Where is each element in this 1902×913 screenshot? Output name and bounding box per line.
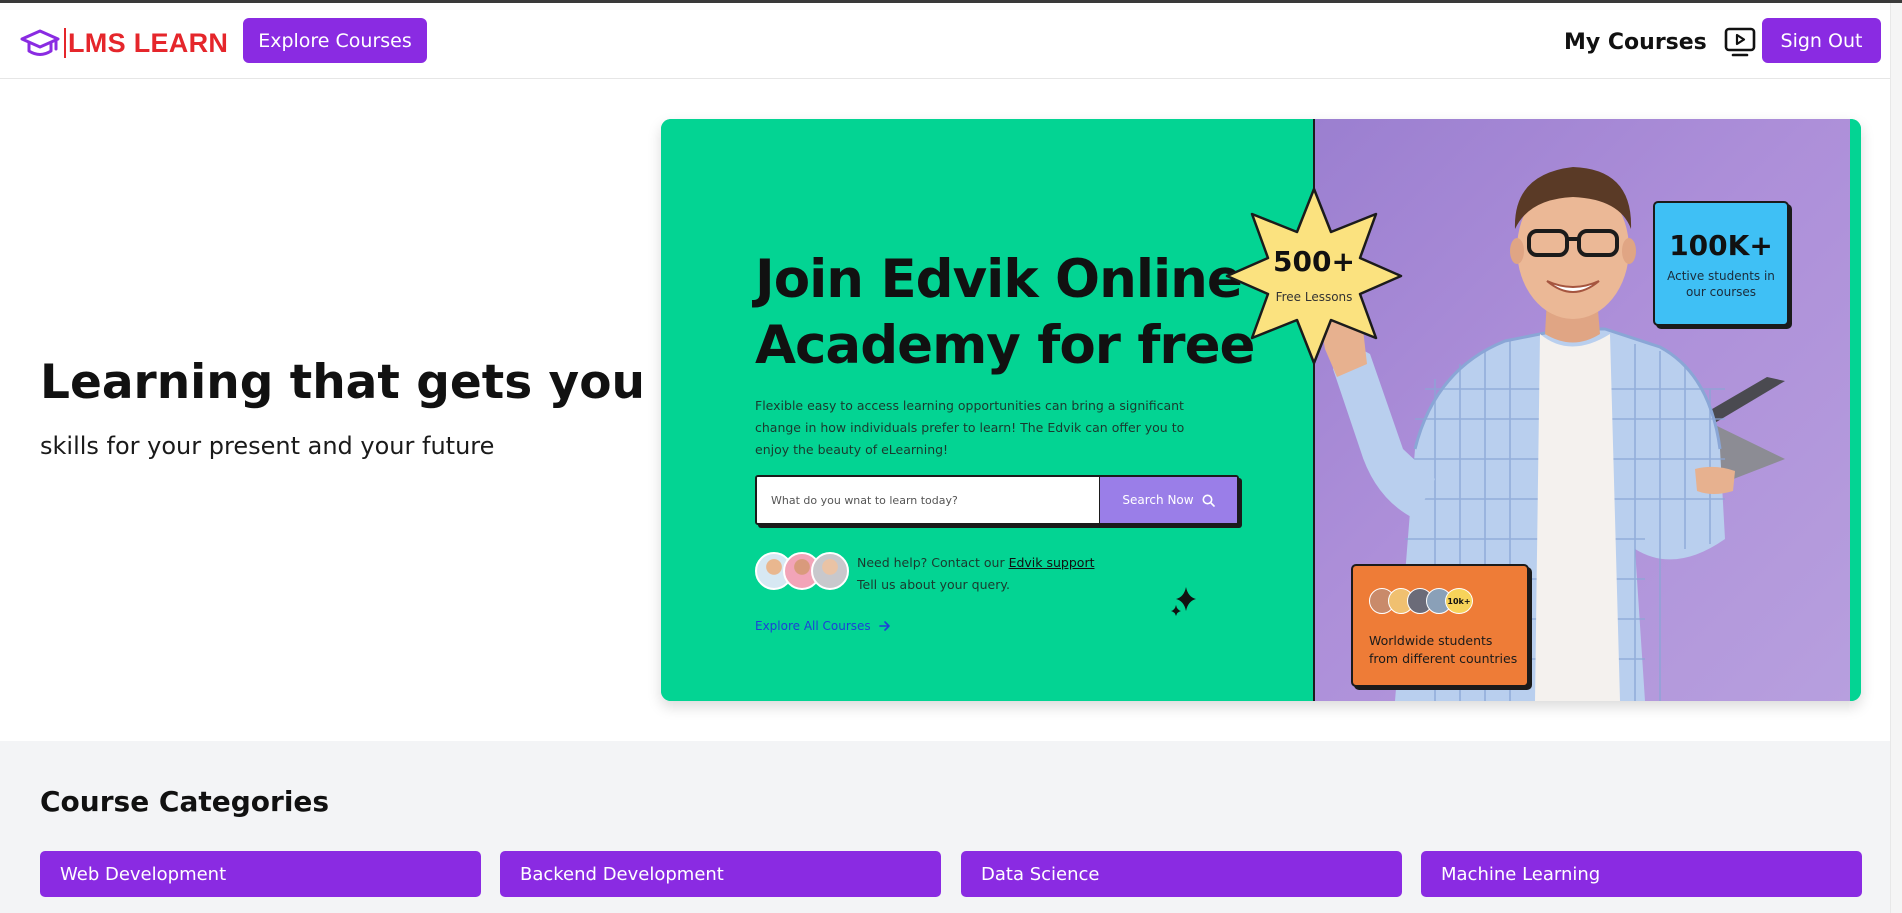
search-now-label: Search Now — [1122, 493, 1194, 507]
site-header: LMS LEARN Explore Courses My Courses Sig… — [0, 3, 1902, 79]
categories-title: Course Categories — [40, 785, 330, 818]
free-lessons-count: 500+ — [1273, 245, 1355, 278]
hero-subtitle: skills for your present and your future — [40, 432, 495, 460]
worldwide-students-label: Worldwide students from different countr… — [1369, 633, 1518, 666]
help-line: Need help? Contact our — [857, 555, 1005, 570]
student-avatars: 10k+ — [1369, 588, 1473, 614]
my-courses-link[interactable]: My Courses — [1564, 25, 1757, 59]
student-count-badge: 10k+ — [1445, 588, 1473, 614]
arrow-right-icon — [878, 621, 890, 631]
scrollbar[interactable] — [1890, 3, 1902, 913]
my-courses-label: My Courses — [1564, 29, 1707, 55]
brand-name: LMS LEARN — [68, 27, 229, 58]
category-backend-development[interactable]: Backend Development — [500, 851, 941, 897]
hero-title: Learning that gets you — [40, 355, 645, 410]
banner-description: Flexible easy to access learning opportu… — [755, 398, 1185, 457]
graduation-cap-icon — [20, 29, 60, 56]
search-input[interactable] — [757, 477, 1099, 523]
category-machine-learning[interactable]: Machine Learning — [1421, 851, 1862, 897]
support-avatars — [755, 552, 849, 590]
avatar — [811, 552, 849, 590]
banner-edge-strip — [1850, 119, 1861, 701]
category-data-science[interactable]: Data Science — [961, 851, 1402, 897]
sign-out-button[interactable]: Sign Out — [1762, 18, 1881, 63]
explore-all-courses-link[interactable]: Explore All Courses — [755, 619, 891, 633]
active-students-card: 100K+ Active students in our courses — [1653, 201, 1789, 326]
search-icon — [1202, 494, 1215, 507]
active-students-count: 100K+ — [1669, 229, 1773, 262]
free-lessons-label: Free Lessons — [1275, 290, 1353, 304]
category-web-development[interactable]: Web Development — [40, 851, 481, 897]
worldwide-students-card: 10k+ Worldwide students from different c… — [1351, 564, 1529, 687]
banner-title: Join Edvik Online Academy for free — [755, 249, 1255, 376]
explore-all-label: Explore All Courses — [755, 619, 871, 633]
text-cursor — [64, 28, 66, 58]
promo-banner: Join Edvik Online Academy for free Flexi… — [661, 119, 1861, 701]
active-students-label: Active students in our courses — [1667, 269, 1775, 299]
brand-logo[interactable]: LMS LEARN — [20, 25, 228, 61]
sparkle-icon — [1171, 587, 1196, 616]
search-now-button[interactable]: Search Now — [1099, 477, 1237, 523]
course-categories-section: Course Categories Web Development Backen… — [0, 741, 1902, 913]
support-link[interactable]: Edvik support — [1009, 555, 1095, 570]
course-search-bar: Search Now — [755, 475, 1239, 525]
explore-courses-button[interactable]: Explore Courses — [243, 18, 427, 63]
help-subtext: Tell us about your query. — [857, 577, 1010, 592]
help-text: Need help? Contact our Edvik support Tel… — [857, 552, 1095, 596]
tv-play-icon — [1724, 27, 1756, 57]
